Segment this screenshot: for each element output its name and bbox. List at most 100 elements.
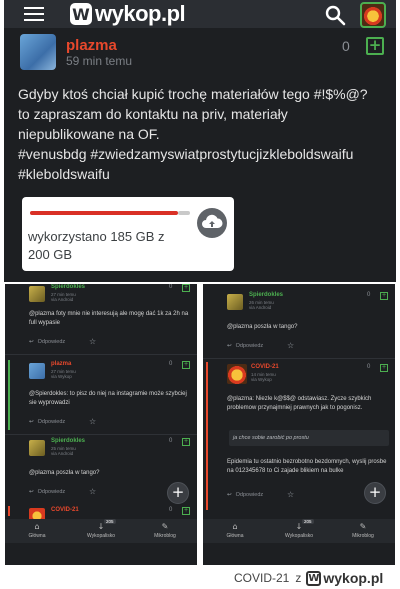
home-icon: ⌂ <box>232 522 238 531</box>
tab-wykopalisko[interactable]: ↓ 205 Wykopalisko <box>71 519 131 543</box>
add-button[interactable]: + <box>167 482 189 504</box>
favorite-star-icon[interactable]: ☆ <box>287 341 294 350</box>
divider <box>203 358 395 359</box>
reply-button[interactable]: ↩ Odpowiedz <box>29 489 65 495</box>
upvote-button[interactable]: + <box>182 284 190 292</box>
bottom-nav: ⌂ Główna ↓ 205 Wykopalisko ✎ Mikroblog <box>203 519 395 543</box>
watermark-site: wykop.pl <box>323 570 384 586</box>
favorite-star-icon[interactable]: ☆ <box>89 487 96 496</box>
reply-label: Odpowiedz <box>37 339 66 345</box>
storage-progress-bar <box>30 211 178 215</box>
comment-via: via Wykop <box>251 377 272 382</box>
vote-count: 0 <box>169 438 173 444</box>
favorite-star-icon[interactable]: ☆ <box>89 417 96 426</box>
bottom-nav: ⌂ Główna ↓ 205 Wykopalisko ✎ Mikroblog <box>5 519 197 543</box>
favorite-star-icon[interactable]: ☆ <box>89 337 96 346</box>
reply-button[interactable]: ↩ Odpowiedz <box>29 339 65 345</box>
avatar[interactable] <box>20 34 56 70</box>
comment-author[interactable]: Spierdokles <box>249 292 283 298</box>
comment-text-continued: Epidemia tu ostatnio bezrobotno bezdomny… <box>227 459 387 474</box>
comment-text: @plazma foty mnie nie interesują ale mog… <box>29 311 189 326</box>
watermark: COVID-21 z W wykop.pl <box>234 569 383 587</box>
main-post-screenshot: W wykop.pl plazma 59 min temu 0 + Gdyby … <box>4 0 396 282</box>
post-tags[interactable]: #venusbdg #zwiedzamyswiatprostytucjizkle… <box>18 144 388 164</box>
logo-text: wykop.pl <box>95 1 186 26</box>
reply-button[interactable]: ↩ Odpowiedz <box>227 343 263 349</box>
comment-text: @plazma poszła w tango? <box>29 470 100 476</box>
vote-count: 0 <box>169 507 173 513</box>
post-author[interactable]: plazma <box>66 37 117 54</box>
reply-icon: ↩ <box>227 492 232 498</box>
quote-block: ja chce sobie zarobić po prostu <box>229 430 389 446</box>
favorite-star-icon[interactable]: ☆ <box>287 490 294 499</box>
comment-via: via Android <box>51 297 74 302</box>
post-tags[interactable]: #kleboldswaifu <box>18 164 388 184</box>
tab-label: Główna <box>226 533 244 539</box>
reply-button[interactable]: ↩ Odpowiedz <box>227 492 263 498</box>
add-button[interactable]: + <box>364 482 386 504</box>
vote-count: 0 <box>169 284 173 290</box>
post-line: to zapraszam do kontaktu na priv, materi… <box>18 106 288 122</box>
user-avatar[interactable] <box>360 2 386 28</box>
comment-via: via Android <box>51 451 74 456</box>
cloud-upload-icon <box>197 208 227 238</box>
avatar[interactable] <box>29 440 45 456</box>
comment-text: @plazma poszła w tango? <box>227 324 298 330</box>
upvote-button[interactable]: + <box>380 364 388 372</box>
comment-author[interactable]: Spierdokles <box>51 438 85 444</box>
comment-author[interactable]: plazma <box>51 361 71 367</box>
comments-panel-left: Spierdokles 27 min temu via Android 0 + … <box>5 284 197 565</box>
tab-glowna[interactable]: ⌂ Główna <box>205 519 265 543</box>
vote-count: 0 <box>367 364 371 370</box>
post-body: Gdyby ktoś chciał kupić trochę materiałó… <box>18 84 388 184</box>
avatar[interactable] <box>227 294 243 310</box>
reply-label: Odpowiedz <box>235 492 264 498</box>
watermark-author: COVID-21 <box>234 571 290 585</box>
upvote-button[interactable]: + <box>182 438 190 446</box>
comment-author[interactable]: COVID-21 <box>51 507 79 513</box>
comment-via: via Android <box>249 305 272 310</box>
tab-mikroblog[interactable]: ✎ Mikroblog <box>333 519 393 543</box>
mikroblog-icon: ✎ <box>161 522 169 531</box>
reply-icon: ↩ <box>227 343 232 349</box>
comment-author[interactable]: COVID-21 <box>251 364 279 370</box>
tab-mikroblog[interactable]: ✎ Mikroblog <box>135 519 195 543</box>
upvote-button[interactable]: + <box>380 292 388 300</box>
avatar[interactable] <box>29 286 45 302</box>
tab-wykopalisko[interactable]: ↓ 205 Wykopalisko <box>269 519 329 543</box>
tab-label: Mikroblog <box>352 533 374 539</box>
reply-icon: ↩ <box>29 419 34 425</box>
search-icon[interactable] <box>324 4 346 26</box>
vote-count: 0 <box>367 292 371 298</box>
reply-button[interactable]: ↩ Odpowiedz <box>29 419 65 425</box>
post-line: Gdyby ktoś chciał kupić trochę materiałó… <box>18 86 368 102</box>
upvote-button[interactable]: + <box>182 361 190 369</box>
avatar[interactable] <box>227 364 247 384</box>
comment-text: @plazma: Niezle k@$$@ odstawiasz. Zycze … <box>227 396 372 411</box>
upvote-button[interactable]: + <box>182 507 190 515</box>
watermark-z: z <box>295 571 302 585</box>
thread-indicator <box>206 362 208 510</box>
menu-icon[interactable] <box>24 7 44 21</box>
mikroblog-icon: ✎ <box>359 522 367 531</box>
attachment-image[interactable]: wykorzystano 185 GB z 200 GB <box>22 197 234 271</box>
upvote-button[interactable]: + <box>366 37 384 55</box>
storage-text: wykorzystano 185 GB z 200 GB <box>28 229 165 262</box>
reply-label: Odpowiedz <box>37 419 66 425</box>
tab-label: Główna <box>28 533 46 539</box>
tab-glowna[interactable]: ⌂ Główna <box>7 519 67 543</box>
vote-count: 0 <box>169 361 173 367</box>
wykop-logo[interactable]: W wykop.pl <box>70 1 186 27</box>
reply-icon: ↩ <box>29 489 34 495</box>
post-time: 59 min temu <box>66 54 133 68</box>
wykop-logo-icon: W <box>306 570 322 586</box>
home-icon: ⌂ <box>34 522 40 531</box>
reply-label: Odpowiedz <box>37 489 66 495</box>
divider <box>5 354 197 355</box>
comment-text: @Spierdokles: to pisz do niej na instagr… <box>29 391 187 406</box>
notification-badge: 205 <box>302 519 314 524</box>
avatar[interactable] <box>29 363 45 379</box>
app-bar: W wykop.pl <box>4 0 396 28</box>
comment-author[interactable]: Spierdokles <box>51 284 85 290</box>
vote-count: 0 <box>342 38 350 54</box>
